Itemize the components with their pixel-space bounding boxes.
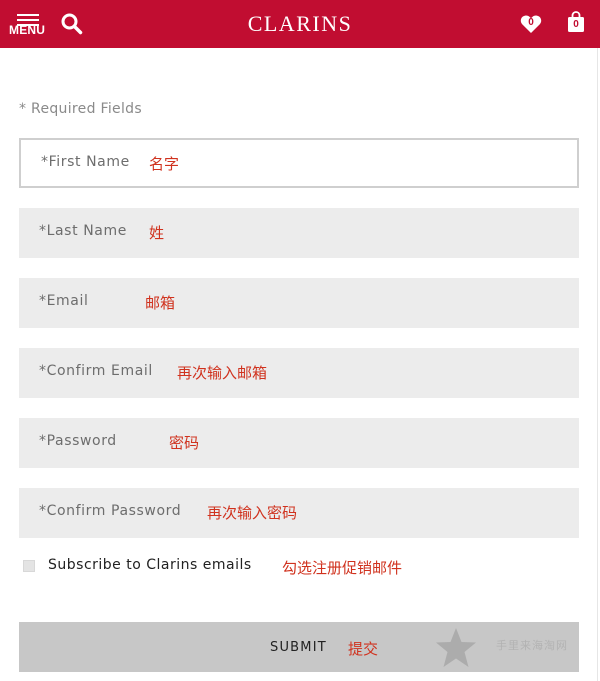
confirm-email-annotation: 再次输入邮箱	[177, 364, 268, 382]
submit-annotation: 提交	[348, 640, 379, 658]
last-name-annotation: 姓	[149, 224, 165, 242]
subscribe-checkbox[interactable]	[23, 560, 35, 572]
subscribe-label[interactable]: Subscribe to Clarins emails	[48, 557, 252, 573]
watermark: 手里来海淘网	[432, 622, 600, 672]
confirm-password-annotation: 再次输入密码	[207, 504, 298, 522]
last-name-field[interactable]: *Last Name 姓	[19, 208, 579, 258]
wishlist-count: 0	[528, 17, 534, 28]
confirm-email-field[interactable]: *Confirm Email 再次输入邮箱	[19, 348, 579, 398]
email-label: *Email	[39, 293, 89, 309]
password-field[interactable]: *Password 密码	[19, 418, 579, 468]
confirm-password-label: *Confirm Password	[39, 503, 182, 519]
submit-label: SUBMIT	[270, 640, 327, 655]
last-name-label: *Last Name	[39, 223, 127, 239]
confirm-password-field[interactable]: *Confirm Password 再次输入密码	[19, 488, 579, 538]
page-edge-divider	[597, 48, 598, 681]
wishlist-button[interactable]: 0	[520, 14, 542, 34]
subscribe-annotation: 勾选注册促销邮件	[282, 559, 403, 577]
first-name-annotation: 名字	[149, 155, 180, 173]
password-label: *Password	[39, 433, 117, 449]
watermark-star-icon	[436, 628, 476, 667]
required-fields-note: * Required Fields	[19, 101, 142, 117]
first-name-label: *First Name	[41, 154, 130, 170]
password-annotation: 密码	[169, 434, 200, 452]
brand-logo[interactable]: CLARINS	[0, 11, 600, 37]
confirm-email-label: *Confirm Email	[39, 363, 153, 379]
email-annotation: 邮箱	[145, 294, 176, 312]
watermark-text: 手里来海淘网	[496, 639, 568, 652]
page: MENU CLARINS 0 0 * Required Fields *Firs…	[0, 0, 600, 681]
site-header: MENU CLARINS 0 0	[0, 0, 600, 48]
subscribe-row: Subscribe to Clarins emails 勾选注册促销邮件	[22, 556, 442, 578]
first-name-field[interactable]: *First Name 名字	[19, 138, 579, 188]
email-field[interactable]: *Email 邮箱	[19, 278, 579, 328]
bag-count: 0	[573, 19, 579, 30]
shopping-bag-button[interactable]: 0	[567, 11, 585, 33]
